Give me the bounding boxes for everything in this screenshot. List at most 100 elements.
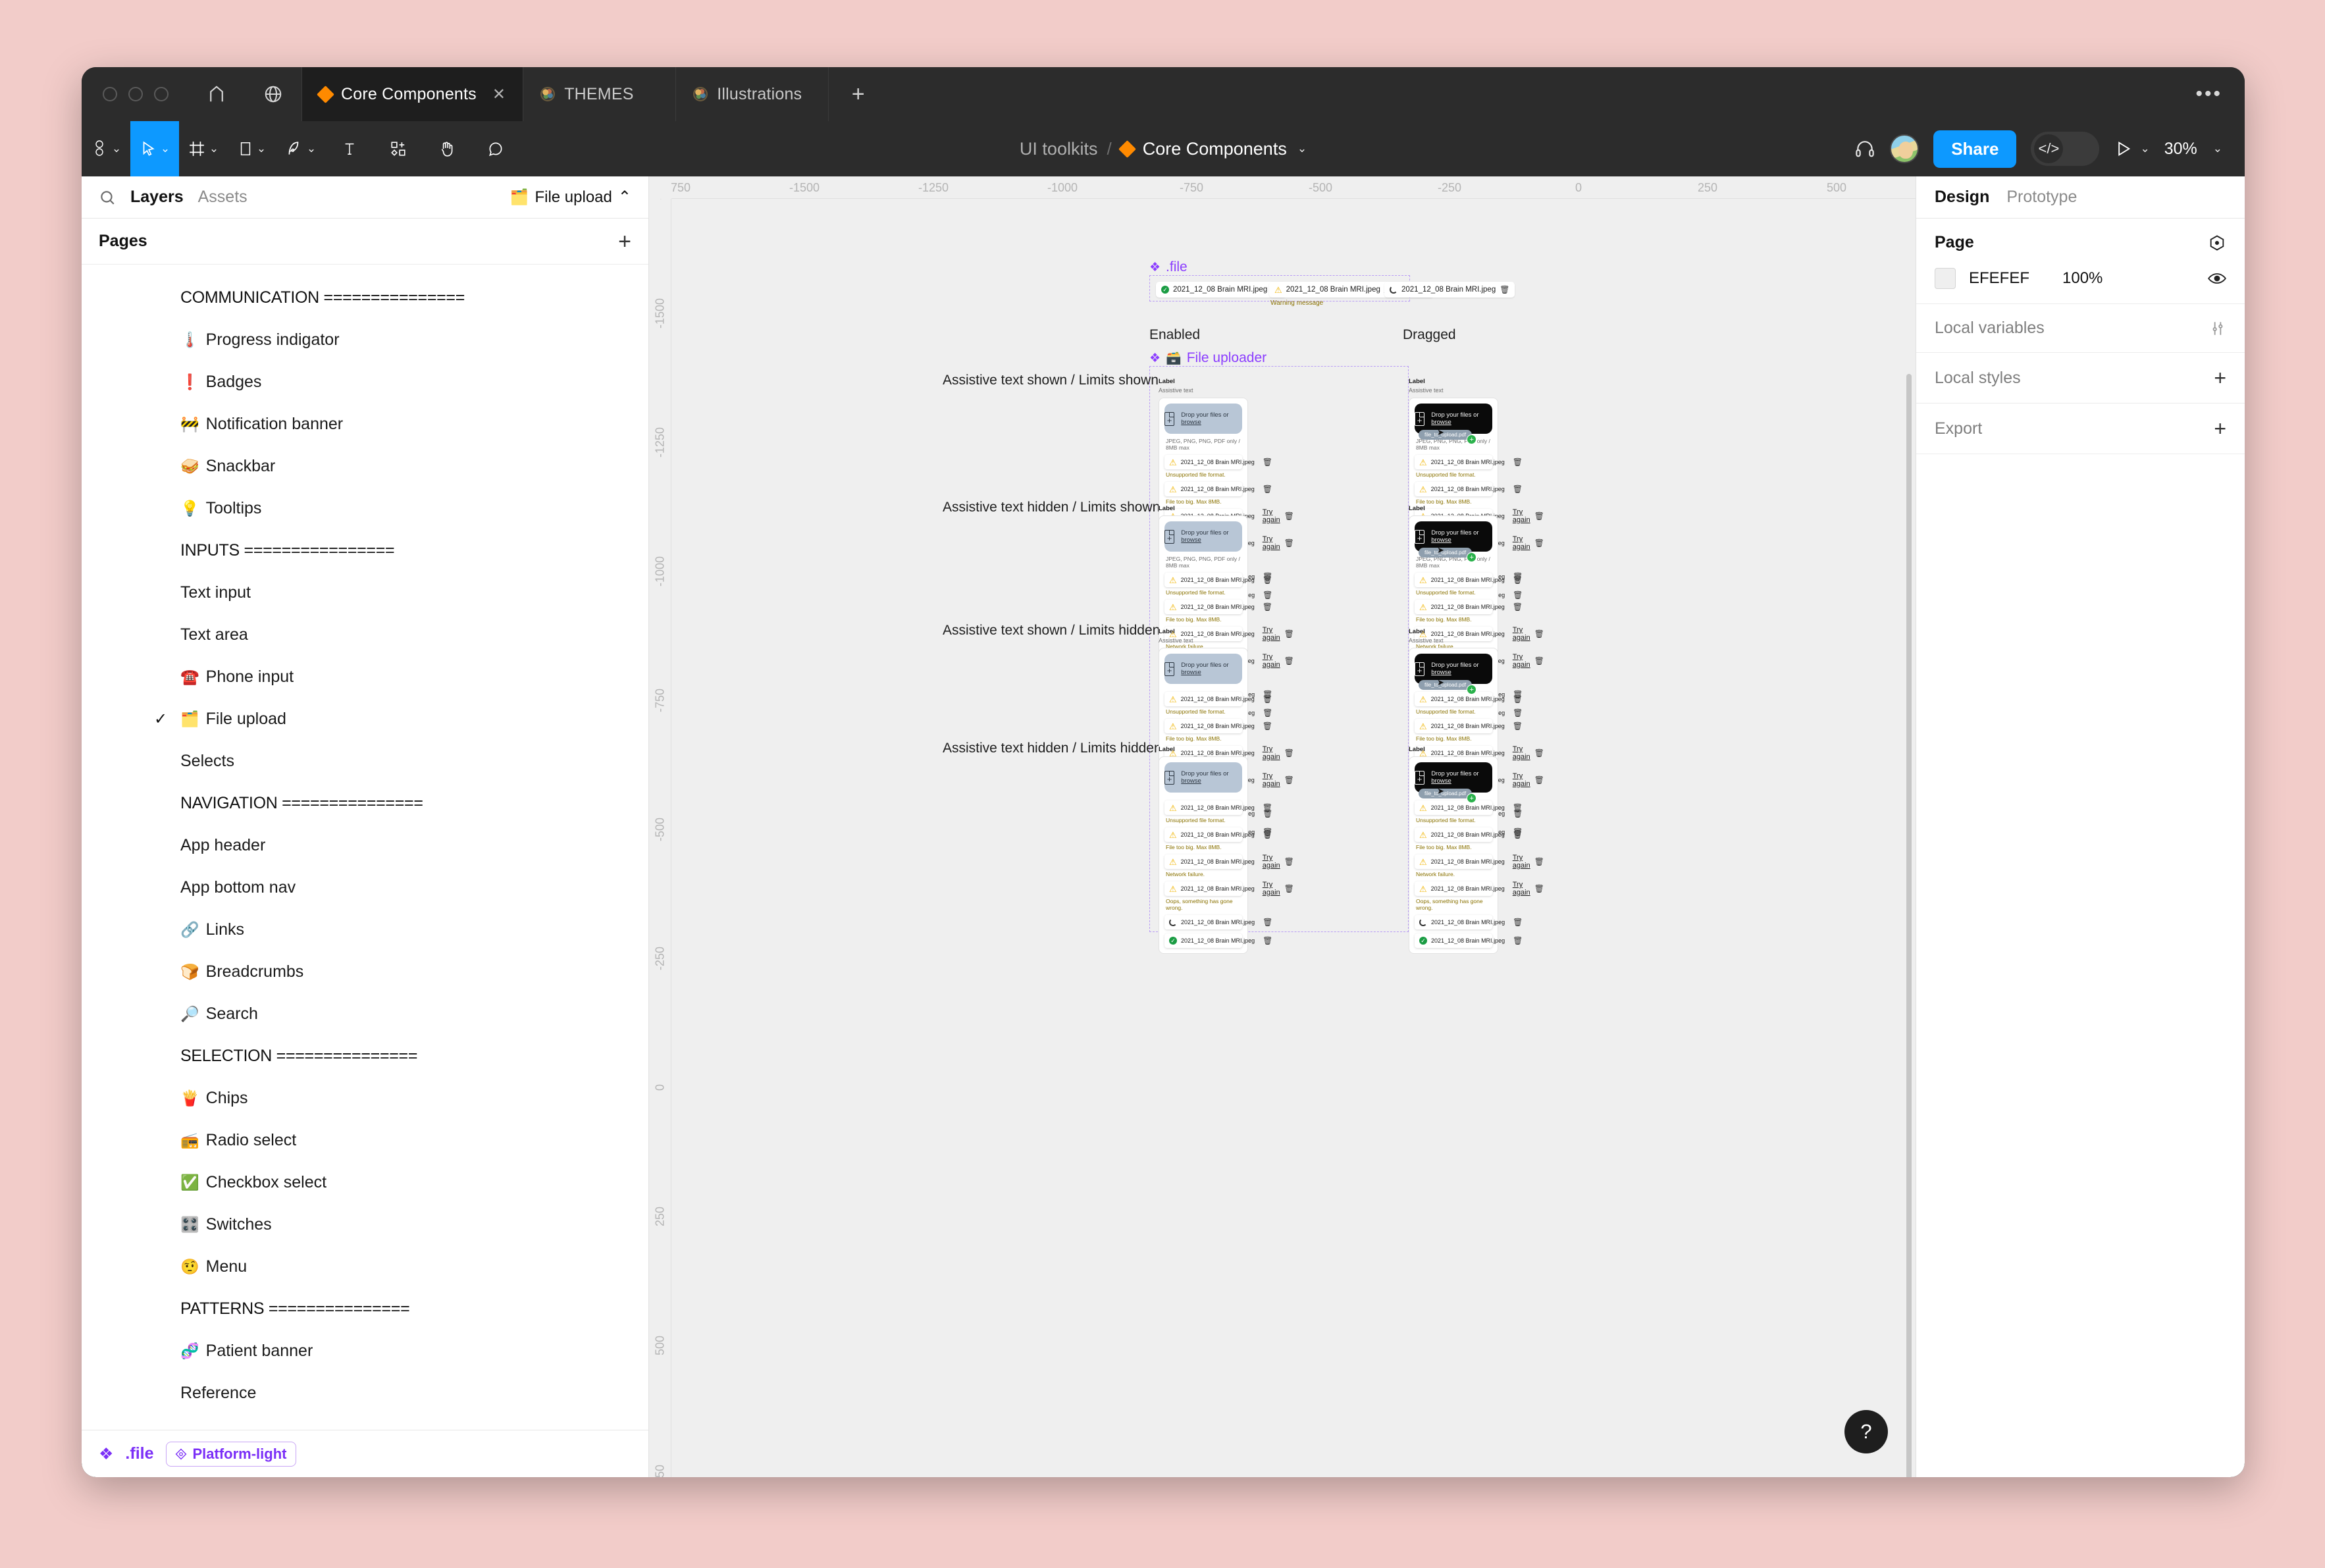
frame-tool[interactable]: ⌄ xyxy=(179,121,228,176)
try-again-link[interactable]: Try again xyxy=(1263,653,1280,669)
tab-illustrations[interactable]: Illustrations xyxy=(675,67,828,121)
delete-icon[interactable]: 🗑 xyxy=(1513,708,1523,718)
file-chip-loading[interactable]: 2021_12_08 Brain MRI.jpeg 🗑 xyxy=(1384,282,1515,298)
page-item[interactable]: Selects xyxy=(82,740,648,782)
page-item[interactable]: 🚧 Notification banner xyxy=(82,403,648,445)
dropzone[interactable]: Drop your files or browse file_to_upload.… xyxy=(1415,762,1492,803)
delete-icon[interactable]: 🗑 xyxy=(1284,884,1294,893)
page-item[interactable]: ✅ Checkbox select xyxy=(82,1161,648,1203)
page-item[interactable]: PATTERNS =============== xyxy=(82,1288,648,1330)
canvas-area[interactable]: -1750-1500-1250-1000-750-500-25002505007… xyxy=(649,176,1916,1477)
page-item[interactable]: 🌡️ Progress indigator xyxy=(82,319,648,361)
page-item[interactable]: 🤨 Menu xyxy=(82,1245,648,1288)
browse-link[interactable]: browse xyxy=(1431,669,1451,676)
page-item[interactable]: SELECTION =============== xyxy=(82,1035,648,1077)
page-fill-opacity[interactable]: 100% xyxy=(2062,269,2103,288)
uploaded-file-row[interactable]: 2021_12_08 Brain MRI.jpeg 🗑 xyxy=(1164,933,1272,948)
delete-icon[interactable]: 🗑 xyxy=(1500,285,1509,294)
delete-icon[interactable]: 🗑 xyxy=(1263,457,1272,467)
delete-icon[interactable]: 🗑 xyxy=(1534,629,1544,639)
browse-link[interactable]: browse xyxy=(1431,777,1451,785)
actions-tool[interactable] xyxy=(374,121,423,176)
window-more-menu[interactable]: ••• xyxy=(2195,67,2245,121)
page-item[interactable]: INPUTS ================ xyxy=(82,529,648,571)
uploaded-file-row[interactable]: ⚠ 2021_12_08 Brain MRI.jpeg 🗑 xyxy=(1164,482,1272,496)
figma-menu-button[interactable]: ⌄ xyxy=(82,121,130,176)
uploaded-file-row[interactable]: ⚠ 2021_12_08 Brain MRI.jpeg 🗑 xyxy=(1415,573,1523,587)
try-again-link[interactable]: Try again xyxy=(1513,772,1530,788)
page-item[interactable]: 📻 Radio select xyxy=(82,1119,648,1161)
delete-icon[interactable]: 🗑 xyxy=(1284,748,1294,758)
page-item[interactable]: 🎛️ Switches xyxy=(82,1203,648,1245)
dropzone[interactable]: Drop your files or browse xyxy=(1164,762,1242,793)
tab-core-components[interactable]: Core Components ✕ xyxy=(301,67,523,121)
page-item[interactable]: 🧬 Patient banner xyxy=(82,1330,648,1372)
drag-file-chip[interactable]: file_to_upload.pdf + xyxy=(1419,789,1477,803)
delete-icon[interactable]: 🗑 xyxy=(1513,694,1523,704)
delete-icon[interactable]: 🗑 xyxy=(1534,748,1544,758)
search-icon[interactable] xyxy=(99,189,116,206)
uploaded-file-row[interactable]: ⚠ 2021_12_08 Brain MRI.jpeg 🗑 xyxy=(1415,827,1523,842)
pen-tool[interactable]: ⌄ xyxy=(276,121,325,176)
page-item[interactable]: 🔎 Search xyxy=(82,993,648,1035)
delete-icon[interactable]: 🗑 xyxy=(1534,857,1544,866)
page-item[interactable]: App header xyxy=(82,824,648,866)
dropzone[interactable]: Drop your files or browse xyxy=(1164,521,1242,552)
dropzone[interactable]: Drop your files or browse xyxy=(1164,404,1242,434)
try-again-link[interactable]: Try again xyxy=(1263,626,1280,642)
uploaded-file-row[interactable]: 2021_12_08 Brain MRI.jpeg 🗑 xyxy=(1415,915,1523,929)
tab-themes[interactable]: THEMES xyxy=(523,67,675,121)
home-icon[interactable] xyxy=(188,67,245,121)
move-tool[interactable]: ⌄ xyxy=(130,121,179,176)
file-uploader-card[interactable]: Drop your files or browse ⚠2021_12_08 Bra… xyxy=(1159,756,1294,954)
canvas-vertical-scrollbar[interactable] xyxy=(1906,374,1912,1477)
minimize-window-button[interactable] xyxy=(128,87,143,101)
delete-icon[interactable]: 🗑 xyxy=(1513,803,1523,812)
page-item[interactable]: 🍟 Chips xyxy=(82,1077,648,1119)
uploaded-file-row[interactable]: ⚠ 2021_12_08 Brain MRI.jpeg 🗑 xyxy=(1164,573,1272,587)
hand-tool[interactable] xyxy=(423,121,471,176)
file-chip-success[interactable]: 2021_12_08 Brain MRI.jpeg 🗑 xyxy=(1156,282,1287,298)
try-again-link[interactable]: Try again xyxy=(1513,854,1530,870)
try-again-link[interactable]: Try again xyxy=(1513,653,1530,669)
dev-mode-toggle[interactable]: </> xyxy=(2031,132,2100,166)
chevron-down-icon[interactable]: ⌄ xyxy=(2140,142,2149,155)
uploaded-file-row[interactable]: ⚠ 2021_12_08 Brain MRI.jpeg 🗑 xyxy=(1415,455,1523,469)
page-item[interactable]: 🔗 Links xyxy=(82,908,648,951)
plus-icon[interactable]: + xyxy=(2214,367,2226,388)
canvas-viewport[interactable]: ❖ .file 2021_12_08 Brain MRI.jpeg 🗑 ⚠ 20… xyxy=(671,199,1916,1477)
uploaded-file-row[interactable]: ⚠2021_12_08 Brain MRI.jpeg Try again 🗑 xyxy=(1164,854,1294,870)
uploaded-file-row[interactable]: ⚠ 2021_12_08 Brain MRI.jpeg 🗑 xyxy=(1415,482,1523,496)
drag-file-chip[interactable]: file_to_upload.pdf + xyxy=(1419,548,1477,562)
delete-icon[interactable]: 🗑 xyxy=(1284,775,1294,785)
plus-icon[interactable]: + xyxy=(2214,418,2226,439)
browse-link[interactable]: browse xyxy=(1181,536,1201,544)
delete-icon[interactable]: 🗑 xyxy=(1263,694,1272,704)
browse-link[interactable]: browse xyxy=(1431,536,1451,544)
delete-icon[interactable]: 🗑 xyxy=(1534,538,1544,548)
browse-link[interactable]: browse xyxy=(1181,669,1201,676)
chevron-down-icon[interactable]: ⌄ xyxy=(2213,142,2222,155)
text-tool[interactable] xyxy=(325,121,374,176)
browse-link[interactable]: browse xyxy=(1181,777,1201,785)
dropzone[interactable]: Drop your files or browse file_to_upload.… xyxy=(1415,654,1492,694)
page-item[interactable]: ❗ Badges xyxy=(82,361,648,403)
close-icon[interactable]: ✕ xyxy=(492,85,506,104)
uploaded-file-row[interactable]: ⚠ 2021_12_08 Brain MRI.jpeg 🗑 xyxy=(1164,800,1272,815)
page-item[interactable]: 🥪 Snackbar xyxy=(82,445,648,487)
page-item[interactable]: COMMUNICATION =============== xyxy=(82,276,648,319)
page-settings-icon[interactable] xyxy=(2208,234,2226,252)
delete-icon[interactable]: 🗑 xyxy=(1534,884,1544,893)
uploaded-file-row[interactable]: ⚠ 2021_12_08 Brain MRI.jpeg 🗑 xyxy=(1415,719,1523,733)
drag-file-chip[interactable]: file_to_upload.pdf + xyxy=(1419,680,1477,694)
sliders-icon[interactable] xyxy=(2209,320,2226,337)
delete-icon[interactable]: 🗑 xyxy=(1263,484,1272,494)
zoom-level[interactable]: 30% xyxy=(2164,140,2197,159)
browse-link[interactable]: browse xyxy=(1431,419,1451,426)
help-button[interactable]: ? xyxy=(1844,1410,1888,1453)
delete-icon[interactable]: 🗑 xyxy=(1513,602,1523,612)
export-section[interactable]: Export + xyxy=(1916,404,2245,454)
uploaded-file-row[interactable]: ⚠ 2021_12_08 Brain MRI.jpeg 🗑 xyxy=(1415,692,1523,706)
browse-link[interactable]: browse xyxy=(1181,419,1201,426)
try-again-link[interactable]: Try again xyxy=(1263,535,1280,551)
